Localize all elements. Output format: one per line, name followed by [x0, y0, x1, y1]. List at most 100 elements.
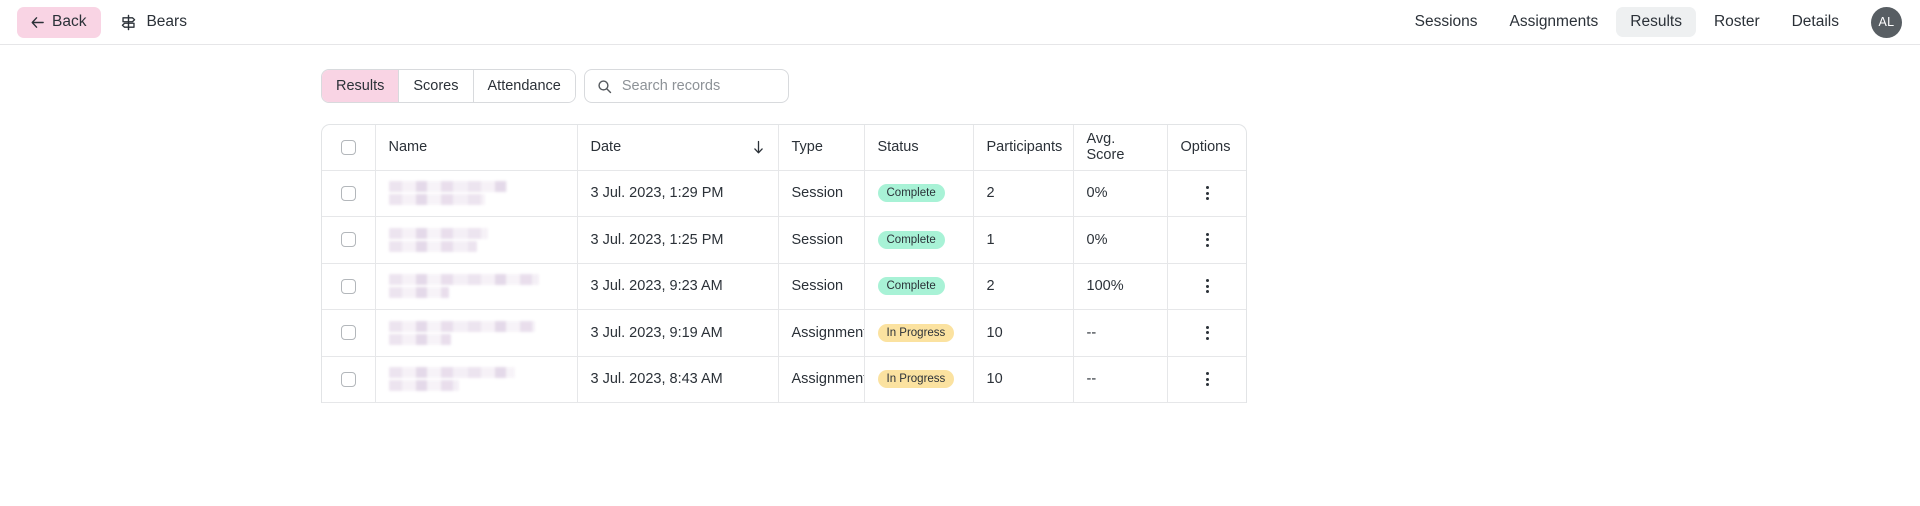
cell-avg-score: 0% [1073, 216, 1168, 264]
cell-name [375, 356, 578, 403]
row-select-cell [322, 263, 376, 310]
cell-name [375, 263, 578, 310]
search-box[interactable] [583, 69, 789, 103]
cell-avg-score: 0% [1073, 170, 1168, 217]
table-header: Name Date Type Status Participants Avg. … [322, 125, 1246, 171]
avatar[interactable]: AL [1871, 6, 1902, 38]
cell-date: 3 Jul. 2023, 1:25 PM [577, 216, 779, 264]
back-button[interactable]: Back [17, 6, 102, 38]
cell-options [1167, 170, 1246, 217]
status-badge: Complete [877, 184, 945, 203]
row-options-menu-button[interactable] [1197, 182, 1219, 204]
status-badge: Complete [877, 230, 945, 249]
cell-type: Session [778, 170, 865, 217]
column-header-date[interactable]: Date [577, 125, 779, 171]
table-row[interactable]: 3 Jul. 2023, 9:19 AM Assignment In Progres… [322, 309, 1246, 357]
cell-avg-score: 100% [1073, 263, 1168, 310]
cell-type: Assignment [778, 356, 865, 403]
redacted-name [388, 367, 564, 392]
cell-date: 3 Jul. 2023, 8:43 AM [577, 356, 779, 403]
table-row[interactable]: 3 Jul. 2023, 9:23 AM Session Complete 2 100% [322, 263, 1246, 310]
cell-options [1167, 309, 1246, 357]
row-select-cell [322, 356, 376, 403]
row-checkbox[interactable] [340, 371, 356, 387]
cell-options [1167, 356, 1246, 403]
cell-name [375, 170, 578, 217]
nav-tab-sessions[interactable]: Sessions [1401, 7, 1492, 37]
segment-attendance[interactable]: Attendance [473, 70, 575, 102]
row-options-menu-button[interactable] [1197, 275, 1219, 297]
redacted-name [388, 227, 564, 252]
table-controls: Results Scores Attendance [321, 69, 1920, 103]
column-header-status[interactable]: Status [864, 125, 974, 171]
row-select-cell [322, 216, 376, 264]
cell-name [375, 216, 578, 264]
cell-name [375, 309, 578, 357]
nav-tab-results[interactable]: Results [1616, 7, 1696, 37]
cell-avg-score: -- [1073, 309, 1168, 357]
status-badge: Complete [877, 277, 945, 296]
row-options-menu-button[interactable] [1197, 229, 1219, 251]
status-badge: In Progress [877, 323, 955, 342]
row-options-menu-button[interactable] [1197, 322, 1219, 344]
table-row[interactable]: 3 Jul. 2023, 8:43 AM Assignment In Progres… [322, 356, 1246, 403]
segment-results[interactable]: Results [322, 70, 400, 102]
cell-status: Complete [864, 216, 974, 264]
cell-participants: 10 [973, 309, 1074, 357]
segment-scores[interactable]: Scores [399, 70, 474, 102]
cell-date: 3 Jul. 2023, 9:23 AM [577, 263, 779, 310]
top-navigation-bar: Back Bears Sessions Assignments Results … [0, 0, 1920, 45]
breadcrumb: Bears [120, 13, 187, 31]
cell-status: In Progress [864, 356, 974, 403]
row-checkbox[interactable] [340, 325, 356, 341]
back-button-label: Back [52, 13, 87, 30]
status-badge: In Progress [877, 370, 955, 389]
cell-options [1167, 216, 1246, 264]
redacted-name [388, 320, 564, 345]
cell-date: 3 Jul. 2023, 1:29 PM [577, 170, 779, 217]
cell-options [1167, 263, 1246, 310]
table-row[interactable]: 3 Jul. 2023, 1:29 PM Session Complete 2 0% [322, 170, 1246, 217]
view-segmented-control: Results Scores Attendance [321, 69, 576, 103]
redacted-name [388, 181, 564, 206]
nav-tab-details[interactable]: Details [1778, 7, 1853, 37]
nav-tab-roster[interactable]: Roster [1700, 7, 1774, 37]
cell-type: Session [778, 216, 865, 264]
search-icon [598, 79, 612, 93]
row-options-menu-button[interactable] [1197, 368, 1219, 390]
column-header-type[interactable]: Type [778, 125, 865, 171]
main-content: Results Scores Attendance Na [0, 45, 1920, 403]
select-all-header [322, 125, 376, 171]
row-checkbox[interactable] [340, 232, 356, 248]
cell-status: Complete [864, 263, 974, 310]
cell-participants: 1 [973, 216, 1074, 264]
cell-date: 3 Jul. 2023, 9:19 AM [577, 309, 779, 357]
column-header-name[interactable]: Name [375, 125, 578, 171]
table-header-row: Name Date Type Status Participants Avg. … [322, 125, 1246, 171]
cell-type: Assignment [778, 309, 865, 357]
cell-avg-score: -- [1073, 356, 1168, 403]
column-header-avg-score[interactable]: Avg. Score [1073, 125, 1168, 171]
cell-status: In Progress [864, 309, 974, 357]
column-header-options: Options [1167, 125, 1246, 171]
cell-status: Complete [864, 170, 974, 217]
breadcrumb-label: Bears [146, 13, 187, 30]
results-table: Name Date Type Status Participants Avg. … [321, 124, 1247, 403]
select-all-checkbox[interactable] [340, 139, 356, 155]
row-checkbox[interactable] [340, 185, 356, 201]
cell-participants: 10 [973, 356, 1074, 403]
row-checkbox[interactable] [340, 278, 356, 294]
cell-participants: 2 [973, 263, 1074, 310]
signpost-icon [122, 14, 136, 30]
nav-tab-assignments[interactable]: Assignments [1496, 7, 1613, 37]
search-input[interactable] [621, 78, 776, 94]
primary-nav-tabs: Sessions Assignments Results Roster Deta… [1401, 6, 1902, 38]
left-arrow-icon [31, 16, 44, 28]
cell-type: Session [778, 263, 865, 310]
table-row[interactable]: 3 Jul. 2023, 1:25 PM Session Complete 1 0% [322, 216, 1246, 264]
redacted-name [388, 274, 564, 299]
column-header-participants[interactable]: Participants [973, 125, 1074, 171]
row-select-cell [322, 170, 376, 217]
column-header-date-label: Date [590, 139, 622, 156]
cell-participants: 2 [973, 170, 1074, 217]
